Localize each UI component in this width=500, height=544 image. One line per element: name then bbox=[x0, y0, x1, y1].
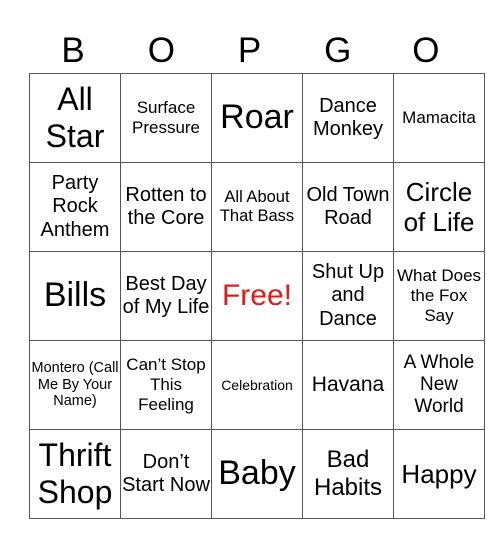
header-letter: P bbox=[237, 31, 262, 70]
bingo-cell[interactable]: Celebration bbox=[211, 340, 303, 430]
bingo-row: Bills Best Day of My Life Free! Shut Up and… bbox=[29, 251, 485, 341]
bingo-header: B O P G O bbox=[29, 28, 470, 73]
bingo-cell[interactable]: Surface Pressure bbox=[120, 73, 212, 163]
bingo-row: Thrift Shop Don’t Start Now Baby Bad Habits… bbox=[29, 429, 485, 519]
bingo-cell[interactable]: Happy bbox=[393, 429, 485, 519]
header-letter: O bbox=[412, 31, 440, 70]
bingo-cell[interactable]: Can’t Stop This Feeling bbox=[120, 340, 212, 430]
bingo-row: Party Rock Anthem Rotten to the Core All A… bbox=[29, 162, 485, 252]
bingo-grid: All Star Surface Pressure Roar Dance Monkey… bbox=[29, 73, 485, 519]
bingo-cell[interactable]: Circle of Life bbox=[393, 162, 485, 252]
bingo-cell[interactable]: Don’t Start Now bbox=[120, 429, 212, 519]
bingo-cell[interactable]: Baby bbox=[211, 429, 303, 519]
bingo-cell[interactable]: All Star bbox=[29, 73, 121, 163]
bingo-cell[interactable]: Mamacita bbox=[393, 73, 485, 163]
bingo-cell[interactable]: Montero (Call Me By Your Name) bbox=[29, 340, 121, 430]
bingo-cell[interactable]: Thrift Shop bbox=[29, 429, 121, 519]
header-letter: B bbox=[61, 31, 85, 70]
bingo-cell[interactable]: Dance Monkey bbox=[302, 73, 394, 163]
bingo-cell[interactable]: A Whole New World bbox=[393, 340, 485, 430]
bingo-cell[interactable]: What Does the Fox Say bbox=[393, 251, 485, 341]
header-letter: G bbox=[324, 31, 352, 70]
bingo-cell[interactable]: All About That Bass bbox=[211, 162, 303, 252]
bingo-cell[interactable]: Shut Up and Dance bbox=[302, 251, 394, 341]
bingo-cell[interactable]: Old Town Road bbox=[302, 162, 394, 252]
bingo-cell[interactable]: Roar bbox=[211, 73, 303, 163]
bingo-row: All Star Surface Pressure Roar Dance Monkey… bbox=[29, 73, 485, 163]
bingo-cell[interactable]: Rotten to the Core bbox=[120, 162, 212, 252]
bingo-cell[interactable]: Bad Habits bbox=[302, 429, 394, 519]
header-letter: O bbox=[147, 31, 175, 70]
bingo-cell[interactable]: Party Rock Anthem bbox=[29, 162, 121, 252]
bingo-row: Montero (Call Me By Your Name) Can’t Stop… bbox=[29, 340, 485, 430]
bingo-cell[interactable]: Bills bbox=[29, 251, 121, 341]
bingo-cell[interactable]: Best Day of My Life bbox=[120, 251, 212, 341]
free-space[interactable]: Free! bbox=[211, 251, 303, 341]
bingo-cell[interactable]: Havana bbox=[302, 340, 394, 430]
